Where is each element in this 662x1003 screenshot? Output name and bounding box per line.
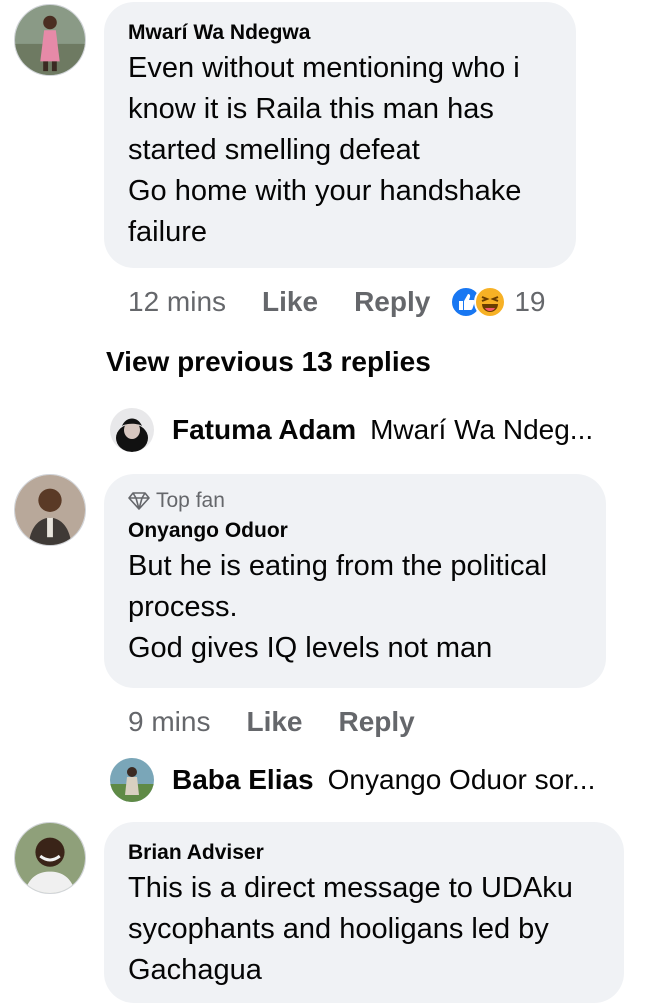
comment-text: This is a direct message to UDAku sycoph… (128, 872, 573, 986)
reply-button[interactable]: Reply (339, 706, 415, 738)
reaction-count: 19 (514, 286, 546, 317)
comment-bubble: Brian Adviser This is a direct message t… (104, 822, 624, 1003)
comment-author[interactable]: Onyango Oduor (128, 518, 582, 544)
reaction-summary[interactable]: 19 (450, 286, 545, 318)
comment-author[interactable]: Mwarí Wa Ndegwa (128, 20, 552, 46)
comment-actions: 9 mins Like Reply (128, 702, 415, 742)
avatar[interactable] (14, 4, 86, 76)
haha-reaction-icon (474, 286, 507, 318)
avatar[interactable] (14, 822, 86, 894)
reply-preview[interactable]: Baba Elias Onyango Oduor sor... (110, 756, 595, 804)
like-button[interactable]: Like (262, 286, 318, 318)
reply-snippet: Onyango Oduor sor... (327, 764, 596, 795)
avatar[interactable] (14, 474, 86, 546)
avatar[interactable] (110, 408, 154, 452)
comment-timestamp[interactable]: 9 mins (128, 706, 210, 738)
comment-text: But he is eating from the political proc… (128, 550, 548, 664)
like-button[interactable]: Like (246, 706, 302, 738)
comment-bubble: Top fan Onyango Oduor But he is eating f… (104, 474, 606, 688)
reply-button[interactable]: Reply (354, 286, 430, 318)
reply-snippet: Mwarí Wa Ndeg... (370, 414, 594, 445)
diamond-icon (128, 492, 150, 510)
top-fan-label: Top fan (156, 489, 225, 512)
avatar[interactable] (110, 758, 154, 802)
view-previous-replies-link[interactable]: View previous 13 replies (106, 346, 431, 378)
reply-author[interactable]: Fatuma Adam (172, 414, 356, 446)
comment-timestamp[interactable]: 12 mins (128, 286, 226, 318)
comment-bubble: Mwarí Wa Ndegwa Even without mentioning … (104, 2, 576, 268)
comment-text: Even without mentioning who i know it is… (128, 52, 522, 248)
comment-actions: 12 mins Like Reply 19 (128, 282, 545, 322)
reply-preview[interactable]: Fatuma Adam Mwarí Wa Ndeg... (110, 406, 593, 454)
reply-author[interactable]: Baba Elias (172, 764, 314, 796)
top-fan-badge: Top fan (128, 488, 582, 514)
comment-author[interactable]: Brian Adviser (128, 840, 600, 866)
